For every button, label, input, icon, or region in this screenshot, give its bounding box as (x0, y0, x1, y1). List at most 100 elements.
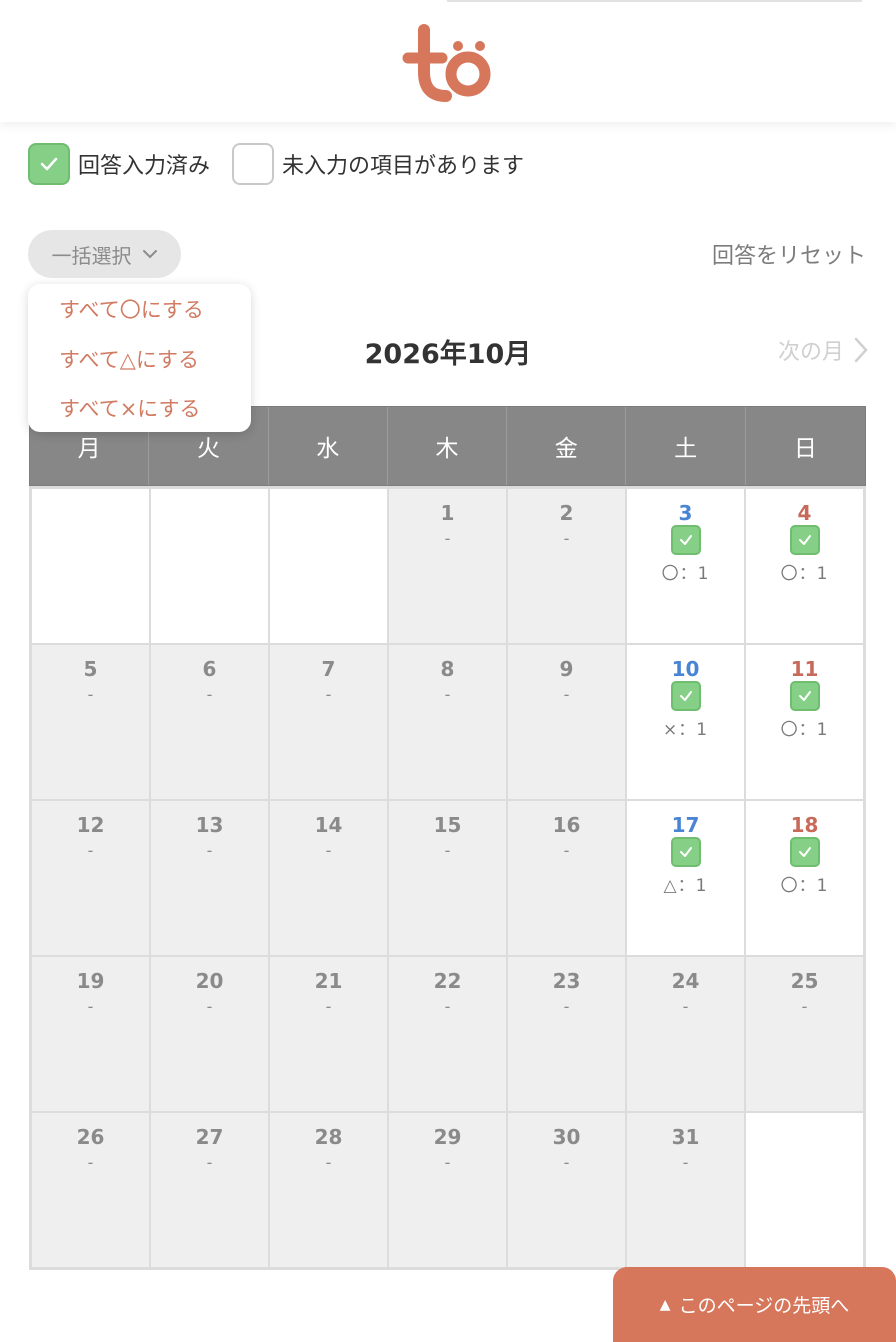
no-answer-dash: - (325, 685, 332, 704)
caret-up-icon: ▲ (659, 1296, 671, 1313)
calendar-day-cell[interactable]: 3 〇：1 (627, 489, 744, 643)
no-answer-dash: - (563, 529, 570, 548)
calendar-day-cell[interactable]: 10 ×：1 (627, 645, 744, 799)
calendar-day-cell[interactable]: 27 - (151, 1113, 268, 1267)
next-month-button[interactable]: 次の月 (778, 334, 868, 366)
calendar-day-cell[interactable]: 30 - (508, 1113, 625, 1267)
to-logo[interactable] (402, 24, 494, 104)
calendar-day-cell (32, 489, 149, 643)
day-number: 11 (790, 657, 819, 681)
day-number: 17 (671, 813, 700, 837)
answered-check-icon (670, 681, 701, 711)
day-number: 5 (83, 657, 98, 681)
calendar-day-cell[interactable]: 29 - (389, 1113, 506, 1267)
calendar-day-cell[interactable]: 4 〇：1 (746, 489, 863, 643)
day-number: 9 (559, 657, 574, 681)
no-answer-dash: - (325, 1153, 332, 1172)
site-header (0, 0, 896, 122)
calendar-day-cell[interactable]: 23 - (508, 957, 625, 1111)
bulk-select-button[interactable]: 一括選択 (28, 230, 181, 278)
calendar-day-cell[interactable]: 20 - (151, 957, 268, 1111)
bulk-option-all-triangle[interactable]: すべて△にする (28, 342, 251, 392)
bulk-option-all-circle[interactable]: すべて〇にする (28, 292, 251, 342)
no-answer-dash: - (682, 1153, 689, 1172)
calendar-day-cell[interactable]: 25 - (746, 957, 863, 1111)
chevron-right-icon (854, 337, 868, 363)
calendar-day-cell[interactable]: 6- (151, 645, 268, 799)
no-answer-dash: - (206, 841, 213, 860)
day-number: 2 (559, 501, 574, 525)
no-answer-dash: - (87, 685, 94, 704)
calendar-grid: 1-2-3 〇：1 4 〇：1 5-6-7-8-9-10 ×：1 11 〇：1 12-13-14… (29, 486, 866, 1270)
answered-check-icon (670, 837, 701, 867)
calendar-day-cell[interactable]: 22 - (389, 957, 506, 1111)
answered-legend-label: 回答入力済み (78, 154, 211, 179)
chevron-down-icon (142, 250, 157, 259)
no-answer-dash: - (325, 997, 332, 1016)
answered-check-icon (789, 681, 820, 711)
weekday-sun: 日 (793, 436, 817, 462)
calendar-day-cell (746, 1113, 863, 1267)
calendar: 月 火 水 木 金 土 日 1-2-3 〇：1 4 〇：1 5-6-7-8-9-10 ×：… (29, 406, 866, 1270)
calendar-day-cell[interactable]: 15 - (389, 801, 506, 955)
calendar-day-cell[interactable]: 2- (508, 489, 625, 643)
answer-summary: 〇：1 (780, 720, 829, 740)
no-answer-dash: - (444, 841, 451, 860)
calendar-day-cell[interactable]: 26 - (32, 1113, 149, 1267)
calendar-day-cell (270, 489, 387, 643)
day-number: 30 (552, 1125, 581, 1149)
no-answer-dash: - (444, 685, 451, 704)
day-number: 24 (671, 969, 700, 993)
calendar-day-cell[interactable]: 28 - (270, 1113, 387, 1267)
no-answer-dash: - (206, 997, 213, 1016)
calendar-day-cell[interactable]: 11 〇：1 (746, 645, 863, 799)
calendar-day-cell[interactable]: 31 - (627, 1113, 744, 1267)
calendar-day-cell[interactable]: 7- (270, 645, 387, 799)
back-to-top-button[interactable]: ▲ このページの先頭へ (613, 1267, 896, 1342)
calendar-day-cell[interactable]: 14 - (270, 801, 387, 955)
reset-answers-link[interactable]: 回答をリセット (712, 238, 866, 270)
weekday-thu: 木 (388, 407, 508, 485)
day-number: 3 (678, 501, 693, 525)
calendar-day-cell[interactable]: 17 △：1 (627, 801, 744, 955)
calendar-day-cell[interactable]: 5- (32, 645, 149, 799)
calendar-day-cell[interactable]: 16 - (508, 801, 625, 955)
answered-legend-icon (28, 143, 70, 185)
day-number: 25 (790, 969, 819, 993)
legend: 回答入力済み 未入力の項目があります (28, 143, 546, 185)
calendar-day-cell[interactable]: 19 - (32, 957, 149, 1111)
calendar-day-cell[interactable]: 24 - (627, 957, 744, 1111)
calendar-day-cell[interactable]: 1- (389, 489, 506, 643)
day-number: 29 (433, 1125, 462, 1149)
answered-check-icon (789, 837, 820, 867)
bulk-select-label: 一括選択 (51, 243, 132, 268)
no-answer-dash: - (87, 841, 94, 860)
day-number: 10 (671, 657, 700, 681)
calendar-day-cell[interactable]: 13 - (151, 801, 268, 955)
weekday-fri: 金 (507, 407, 627, 485)
calendar-day-cell[interactable]: 9- (508, 645, 625, 799)
no-answer-dash: - (444, 1153, 451, 1172)
calendar-day-cell[interactable]: 12 - (32, 801, 149, 955)
day-number: 6 (202, 657, 217, 681)
day-number: 19 (76, 969, 105, 993)
day-number: 4 (797, 501, 812, 525)
header-divider (447, 0, 862, 2)
weekday-wed: 水 (269, 407, 388, 485)
no-answer-dash: - (444, 529, 451, 548)
day-number: 15 (433, 813, 462, 837)
day-number: 7 (321, 657, 336, 681)
unanswered-legend-icon (232, 143, 275, 185)
day-number: 20 (195, 969, 224, 993)
no-answer-dash: - (563, 1153, 570, 1172)
no-answer-dash: - (325, 841, 332, 860)
bulk-option-all-cross[interactable]: すべて×にする (28, 391, 251, 441)
calendar-day-cell[interactable]: 8- (389, 645, 506, 799)
calendar-day-cell[interactable]: 21 - (270, 957, 387, 1111)
unanswered-legend-label: 未入力の項目があります (282, 154, 525, 179)
day-number: 16 (552, 813, 581, 837)
no-answer-dash: - (206, 685, 213, 704)
answered-check-icon (670, 525, 701, 555)
calendar-day-cell[interactable]: 18 〇：1 (746, 801, 863, 955)
day-number: 14 (314, 813, 343, 837)
